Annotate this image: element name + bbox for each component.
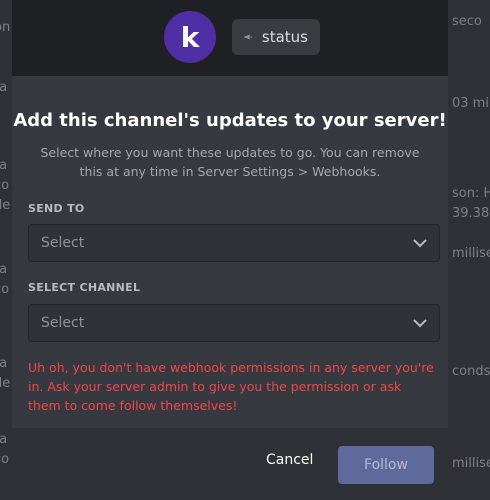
chat-fragment: 39.38. [452, 206, 490, 221]
chat-fragment: ta [0, 158, 8, 173]
channel-pill: status [232, 19, 320, 55]
chevron-down-icon [413, 238, 427, 247]
modal-title: Add this channel's updates to your serve… [13, 110, 447, 131]
send-to-label: SEND TO [28, 202, 85, 215]
announcement-icon [244, 34, 252, 40]
select-channel-select[interactable]: Select [28, 304, 440, 342]
chat-fragment: millisec [452, 246, 490, 261]
chevron-down-icon [413, 318, 427, 327]
chat-fragment: on [0, 20, 11, 35]
avatar-letter: k [180, 20, 200, 54]
follow-button[interactable]: Follow [338, 446, 434, 484]
chat-fragment: millise [452, 456, 490, 471]
modal-header: k status [12, 0, 448, 76]
cancel-button[interactable]: Cancel [266, 452, 313, 468]
send-to-placeholder: Select [41, 235, 85, 251]
chat-fragment: ta [0, 262, 8, 277]
chat-fragment: ta [0, 356, 8, 371]
chat-fragment: co [0, 178, 10, 193]
chat-fragment: conds! [452, 364, 490, 379]
select-channel-placeholder: Select [41, 315, 85, 331]
send-to-select[interactable]: Select [28, 224, 440, 262]
follow-channel-modal: Add this channel's updates to your serve… [12, 76, 448, 500]
modal-description: Select where you want these updates to g… [40, 145, 420, 179]
chat-fragment: seco [452, 14, 482, 29]
modal-footer: Cancel Follow [12, 428, 448, 500]
chat-fragment: de [0, 376, 11, 391]
select-channel-label: SELECT CHANNEL [28, 281, 141, 294]
chat-fragment: son: H [452, 186, 490, 201]
chat-fragment: ta [0, 432, 8, 447]
chat-fragment: ta [0, 80, 8, 95]
channel-name: status [261, 28, 308, 46]
avatar: k [164, 11, 216, 63]
chat-fragment: 03 milli [452, 96, 490, 111]
chat-fragment: de [0, 198, 11, 213]
permission-error: Uh oh, you don't have webhook permission… [28, 360, 434, 413]
chat-fragment: co [0, 452, 10, 467]
chat-fragment: co [0, 282, 10, 297]
